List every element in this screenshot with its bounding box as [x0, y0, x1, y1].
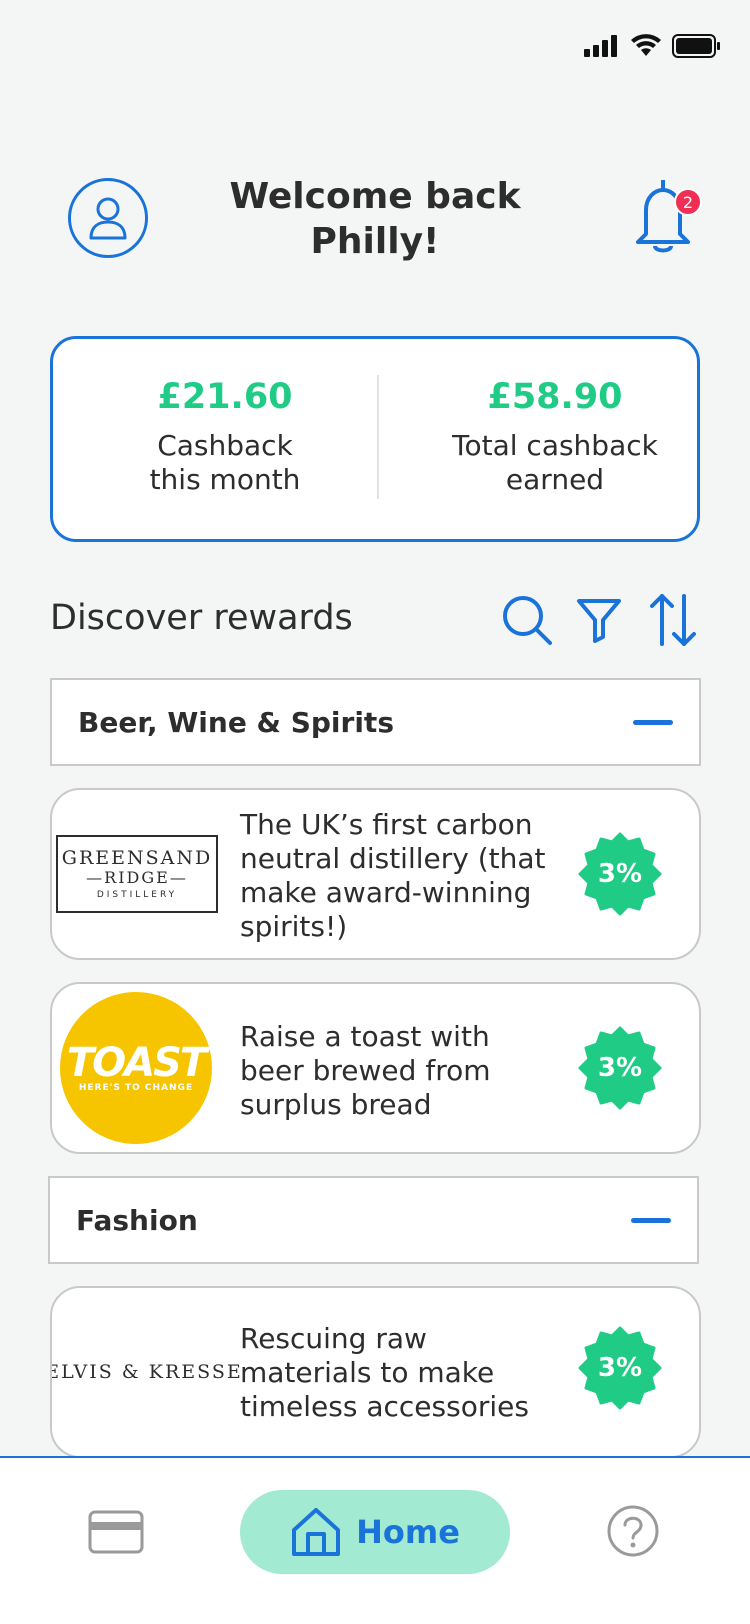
- profile-button[interactable]: [68, 178, 148, 258]
- category-header-beer-wine-spirits[interactable]: Beer, Wine & Spirits: [50, 678, 701, 766]
- category-label: Beer, Wine & Spirits: [78, 706, 394, 739]
- reward-card-elvis-kresse[interactable]: ELVIS & KRESSE Rescuing raw materials to…: [50, 1286, 701, 1458]
- wifi-icon: [631, 34, 661, 56]
- bottom-nav: Home: [0, 1456, 750, 1624]
- cashback-summary-card: £21.60 Cashback this month £58.90 Total …: [50, 336, 700, 542]
- battery-icon: [672, 34, 720, 58]
- cashback-rate-badge: 3%: [578, 1026, 662, 1110]
- help-icon: [607, 1505, 659, 1557]
- category-header-fashion[interactable]: Fashion: [48, 1176, 699, 1264]
- reward-card-toast[interactable]: TOAST HERE'S TO CHANGE Raise a toast wit…: [50, 982, 701, 1154]
- elvis-kresse-logo: ELVIS & KRESSE: [50, 1361, 243, 1383]
- divider: [377, 375, 379, 499]
- user-icon: [89, 197, 127, 240]
- nav-cards-button[interactable]: [88, 1510, 144, 1554]
- cashback-total-amount: £58.90: [487, 377, 623, 417]
- sort-icon: [650, 594, 696, 646]
- welcome-heading: Welcome back Philly!: [229, 176, 521, 262]
- filter-icon: [577, 599, 621, 643]
- notification-badge: 2: [674, 188, 702, 216]
- filter-button[interactable]: [570, 590, 628, 650]
- signal-icon: [584, 35, 617, 57]
- nav-help-button[interactable]: [606, 1504, 660, 1558]
- nav-home-label: Home: [356, 1513, 460, 1551]
- search-icon: [503, 596, 552, 645]
- cashback-month: £21.60 Cashback this month: [85, 375, 365, 497]
- category-label: Fashion: [76, 1204, 198, 1237]
- toast-logo: TOAST HERE'S TO CHANGE: [52, 984, 220, 1152]
- cashback-rate-badge: 3%: [578, 1326, 662, 1410]
- reward-description: The UK’s first carbon neutral distillery…: [240, 808, 546, 943]
- notifications-button[interactable]: 2: [630, 176, 702, 262]
- cashback-total-label: Total cashback earned: [452, 429, 658, 496]
- home-icon: [292, 1508, 341, 1556]
- cashback-month-amount: £21.60: [157, 377, 293, 417]
- reward-card-greensand-ridge[interactable]: GREENSAND —RIDGE— DISTILLERY The UK’s fi…: [50, 788, 701, 960]
- reward-description: Raise a toast with beer brewed from surp…: [240, 1020, 491, 1121]
- nav-home-button[interactable]: Home: [240, 1490, 510, 1574]
- cashback-month-label: Cashback this month: [149, 429, 301, 496]
- cashback-total: £58.90 Total cashback earned: [415, 375, 695, 497]
- discover-toolbar: Discover rewards: [50, 590, 702, 654]
- card-icon: [88, 1510, 144, 1554]
- header: Welcome back Philly! 2: [0, 170, 750, 290]
- collapse-icon[interactable]: [631, 1218, 671, 1223]
- sort-button[interactable]: [644, 590, 702, 650]
- discover-title: Discover rewards: [50, 598, 353, 638]
- cashback-rate-badge: 3%: [578, 832, 662, 916]
- status-bar: [584, 30, 720, 62]
- search-button[interactable]: [498, 590, 556, 650]
- collapse-icon[interactable]: [633, 720, 673, 725]
- reward-description: Rescuing raw materials to make timeless …: [240, 1322, 529, 1423]
- greensand-ridge-logo: GREENSAND —RIDGE— DISTILLERY: [52, 790, 222, 958]
